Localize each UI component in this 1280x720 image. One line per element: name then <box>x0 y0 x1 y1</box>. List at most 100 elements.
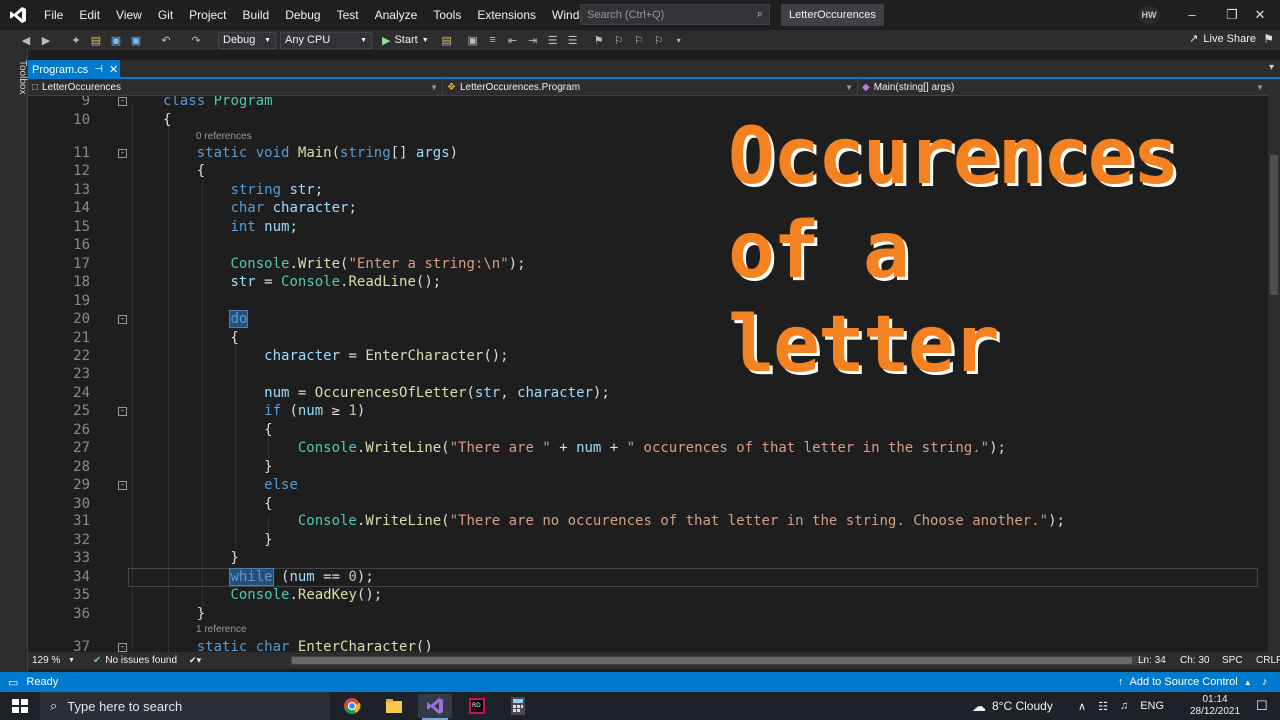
pin-icon[interactable]: ⊣ <box>94 64 103 75</box>
save-all-icon[interactable]: ▣ <box>128 32 144 48</box>
weather-widget[interactable]: ☁ 8°C Cloudy <box>972 692 1053 720</box>
volume-icon[interactable]: ♫ <box>1120 700 1128 712</box>
menu-build[interactable]: Build <box>235 0 278 30</box>
menu-git[interactable]: Git <box>150 0 181 30</box>
format-icon[interactable]: ≡ <box>485 32 501 48</box>
comment-icon[interactable]: ☰ <box>545 32 561 48</box>
menu-analyze[interactable]: Analyze <box>367 0 426 30</box>
class-dropdown[interactable]: ❖ LetterOccurences.Program ▼ <box>443 79 858 96</box>
chevron-down-icon: ▼ <box>421 36 429 44</box>
zoom-level[interactable]: 129 % <box>32 655 68 666</box>
undo-icon[interactable]: ↶ <box>158 32 174 48</box>
platform-value: Any CPU <box>285 34 331 46</box>
project-dropdown[interactable]: □ LetterOccurences ▼ <box>28 79 443 96</box>
line-indicator[interactable]: Ln: 34 <box>1138 655 1166 666</box>
member-dropdown[interactable]: ◆ Main(string[] args) ▼ <box>858 79 1268 96</box>
menu-edit[interactable]: Edit <box>71 0 108 30</box>
source-control-label: Add to Source Control <box>1129 676 1238 688</box>
back-icon[interactable]: ◀ <box>18 32 34 48</box>
collapse-icon[interactable]: - <box>118 407 127 416</box>
uncomment-icon[interactable]: ☰ <box>565 32 581 48</box>
code-line: 36 } <box>73 606 206 622</box>
new-project-icon[interactable]: ✦ <box>68 32 84 48</box>
configuration-select[interactable]: Debug ▼ <box>218 31 276 49</box>
collapse-icon[interactable]: - <box>118 315 127 324</box>
forward-icon[interactable]: ▶ <box>38 32 54 48</box>
screenshot-icon[interactable]: ▣ <box>465 32 481 48</box>
toolbar-options-icon[interactable]: ▾ <box>671 32 687 48</box>
line-ending-indicator[interactable]: CRLF <box>1256 655 1280 666</box>
bookmark-icon[interactable]: ⚑ <box>591 32 607 48</box>
clock[interactable]: 01:14 28/12/2021 <box>1186 694 1244 718</box>
menu-test[interactable]: Test <box>329 0 367 30</box>
vertical-scrollbar[interactable] <box>1268 79 1280 652</box>
overlay-line: letter <box>728 300 1000 390</box>
close-tab-icon[interactable]: ✕ <box>109 63 118 76</box>
whitespace-indicator[interactable]: SPC <box>1222 655 1243 666</box>
video-title-overlay: Occurences of a letter <box>728 110 1180 392</box>
chrome-icon[interactable] <box>335 694 369 718</box>
visual-studio-taskbar-icon[interactable] <box>418 694 452 720</box>
live-share-button[interactable]: ↗ Live Share <box>1189 32 1256 46</box>
windows-start-icon[interactable] <box>12 699 28 713</box>
tray-chevron-icon[interactable]: ∧ <box>1078 700 1086 713</box>
notification-center-icon[interactable]: ☐ <box>1256 698 1268 714</box>
open-file-icon[interactable]: ▤ <box>88 32 104 48</box>
calculator-icon[interactable] <box>501 694 535 718</box>
menu-view[interactable]: View <box>108 0 150 30</box>
next-bookmark-icon[interactable]: ⚐ <box>631 32 647 48</box>
collapse-icon[interactable]: - <box>118 149 127 158</box>
menu-bar: File Edit View Git Project Build Debug T… <box>0 0 1280 30</box>
code-line: 28 } <box>73 459 273 475</box>
csharp-project-icon: □ <box>32 82 39 93</box>
menu-tools[interactable]: Tools <box>425 0 469 30</box>
codelens-references[interactable]: 1 reference <box>196 624 247 638</box>
indent-icon[interactable]: ⇤ <box>505 32 521 48</box>
clear-bookmarks-icon[interactable]: ⚐ <box>651 32 667 48</box>
rider-icon[interactable]: RD <box>460 694 494 718</box>
issues-options-icon[interactable]: ✔▾ <box>189 655 201 666</box>
code-line: 27 Console.WriteLine("There are " + num … <box>73 440 1006 456</box>
minimize-icon[interactable]: – <box>1172 0 1212 30</box>
menu-file[interactable]: File <box>36 0 71 30</box>
network-icon[interactable]: ☷ <box>1098 700 1108 713</box>
codelens-references[interactable]: 0 references <box>196 131 252 145</box>
save-icon[interactable]: ▣ <box>108 32 124 48</box>
tab-overflow-icon[interactable]: ▾ <box>1269 62 1274 73</box>
visual-studio-logo-icon[interactable] <box>0 0 36 30</box>
clock-time: 01:14 <box>1202 694 1228 705</box>
start-debugging-button[interactable]: ▶ Start ▼ <box>382 34 429 47</box>
collapse-icon[interactable]: - <box>118 643 127 652</box>
toolbox-panel-tab[interactable]: Toolbox <box>0 50 28 672</box>
language-indicator[interactable]: ENG <box>1140 700 1164 712</box>
platform-select[interactable]: Any CPU ▼ <box>280 31 372 49</box>
system-tray: ∧ ☷ ♫ ENG <box>1078 692 1164 720</box>
file-explorer-icon[interactable] <box>377 694 411 718</box>
user-avatar[interactable]: HW <box>1138 6 1160 24</box>
redo-icon[interactable]: ↷ <box>188 32 204 48</box>
column-indicator[interactable]: Ch: 30 <box>1180 655 1209 666</box>
scrollbar-thumb[interactable] <box>292 657 1132 664</box>
horizontal-scrollbar[interactable] <box>290 656 1146 665</box>
issues-status[interactable]: No issues found <box>105 655 177 666</box>
tab-program-cs[interactable]: Program.cs ⊣ ✕ <box>28 60 120 79</box>
search-input[interactable]: Search (Ctrl+Q) ⌕ <box>580 4 770 25</box>
code-editor[interactable]: 9- class Program 10{ 0 references 11- sta… <box>28 96 1268 652</box>
scrollbar-thumb[interactable] <box>1270 155 1278 295</box>
add-to-source-control-button[interactable]: ↑ Add to Source Control ▲ <box>1118 676 1252 688</box>
menu-debug[interactable]: Debug <box>277 0 328 30</box>
collapse-icon[interactable]: - <box>118 97 127 106</box>
menu-project[interactable]: Project <box>181 0 234 30</box>
chevron-down-icon[interactable]: ▼ <box>68 657 75 664</box>
notifications-icon[interactable]: ♪ <box>1262 676 1268 688</box>
menu-extensions[interactable]: Extensions <box>469 0 544 30</box>
member-dropdown-label: Main(string[] args) <box>873 82 955 93</box>
outdent-icon[interactable]: ⇥ <box>525 32 541 48</box>
folder-icon[interactable]: ▤ <box>439 32 455 48</box>
feedback-icon[interactable]: ⚑ <box>1263 32 1274 46</box>
close-icon[interactable]: ✕ <box>1240 0 1280 30</box>
prev-bookmark-icon[interactable]: ⚐ <box>611 32 627 48</box>
collapse-icon[interactable]: - <box>118 481 127 490</box>
toolbox-label: Toolbox <box>17 60 28 95</box>
taskbar-search-input[interactable]: ⌕ Type here to search <box>40 692 330 720</box>
